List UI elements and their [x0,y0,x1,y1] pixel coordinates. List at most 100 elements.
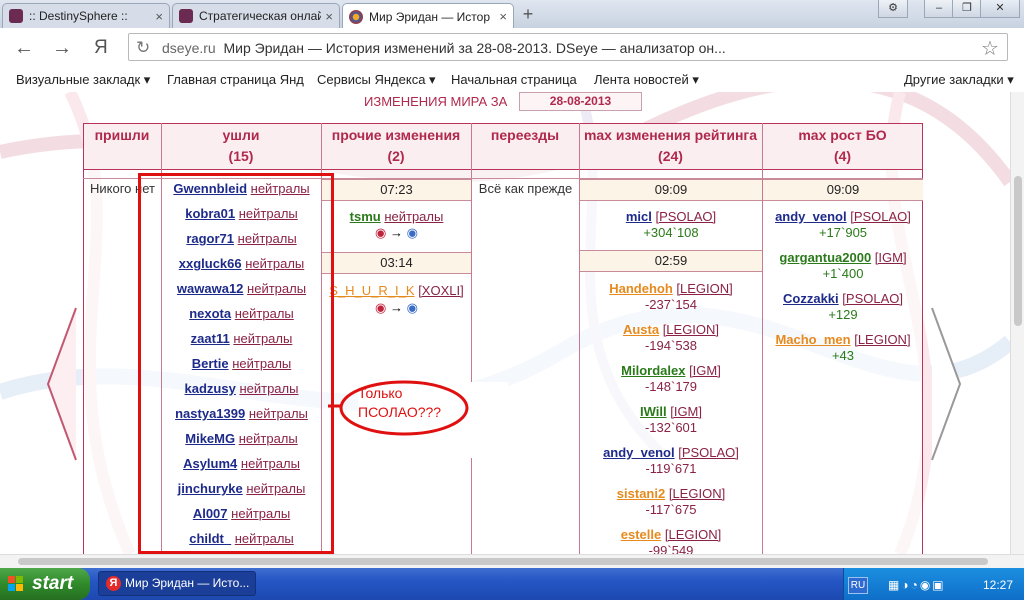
bo-delta: +17`905 [818,225,868,240]
date-field[interactable]: 28-08-2013 [519,92,642,111]
bookmark-yandex-home[interactable]: Главная страница Янд [167,72,304,87]
tab-title: :: DestinySphere :: [29,9,128,23]
start-label: start [32,573,74,594]
time-row: 02:59 [580,250,762,272]
clan-link[interactable]: [LEGION] [669,486,725,501]
language-indicator[interactable]: RU [848,577,868,594]
clan-link[interactable]: [PSOLAO] [655,209,716,224]
forward-button[interactable]: → [52,38,72,58]
annotation-text: Только ПСОЛАО??? [358,384,441,422]
player-link[interactable]: S_H_U_R_I_K [329,283,414,298]
list-item: andy_venol [PSOLAO] [763,209,923,224]
clan-link[interactable]: [LEGION] [676,281,732,296]
bookmark-star-icon[interactable]: ☆ [981,36,999,61]
tab-strategic[interactable]: Стратегическая онлай × [172,3,340,28]
rating-delta: +304`108 [643,225,699,240]
horizontal-scrollbar[interactable] [0,554,1024,568]
arrow-right-icon: → [390,300,403,315]
list-item: S_H_U_R_I_K [XOXLI] [322,283,471,298]
new-tab-button[interactable]: + [517,5,539,23]
rating-delta: -132`601 [644,420,698,435]
tray-icons[interactable]: ▦◑◔◉▣ [888,578,946,592]
prev-page-arrow-icon[interactable] [44,304,80,464]
clan-link[interactable]: [IGM] [875,250,907,265]
player-link[interactable]: estelle [621,527,661,542]
scroll-thumb[interactable] [1014,176,1022,326]
tab-destinysphere[interactable]: :: DestinySphere :: × [2,3,170,28]
tab-title: Стратегическая онлай [199,9,322,23]
bookmark-other[interactable]: Другие закладки ▾ [904,72,1014,88]
header-moves: переезды [471,125,579,146]
url-domain: dseye.ru [162,40,216,56]
player-link[interactable]: Austa [623,322,659,337]
header-arrived: пришли [83,125,161,146]
vertical-scrollbar[interactable] [1010,92,1024,554]
clan-link[interactable]: [IGM] [670,404,702,419]
player-link[interactable]: IWill [640,404,667,419]
player-link[interactable]: Handehoh [609,281,673,296]
time-row: 09:09 [580,179,762,201]
rating-delta: -99`549 [648,543,694,554]
dseye-favicon-icon [349,9,363,24]
list-item: Cozzakki [PSOLAO] [763,291,923,306]
side-link[interactable]: нейтралы [384,209,443,224]
settings-icon[interactable]: ⚙ [878,0,908,18]
clan-link[interactable]: [PSOLAO] [842,291,903,306]
time-row: 03:14 [322,252,471,274]
header-count: (15) [228,148,254,164]
next-page-arrow-icon[interactable] [928,304,964,464]
list-item: Macho_men [LEGION] [763,332,923,347]
clan-link[interactable]: [IGM] [689,363,721,378]
list-item: gargantua2000 [IGM] [763,250,923,265]
header-other-changes: прочие изменения (2) [321,125,471,167]
player-link[interactable]: andy_venol [775,209,847,224]
back-button[interactable]: ← [14,38,34,58]
clan-link[interactable]: [LEGION] [663,322,719,337]
player-link[interactable]: Macho_men [775,332,850,347]
bookmark-yandex-services[interactable]: Сервисы Яндекса ▾ [317,72,436,88]
rating-delta: -119`671 [645,461,697,476]
player-link[interactable]: Milordalex [621,363,685,378]
list-item: estelle [LEGION] [580,527,762,542]
clan-link[interactable]: [PSOLAO] [850,209,911,224]
taskbar-item-browser[interactable]: Мир Эридан — Исто... [98,571,256,596]
tab-eridan[interactable]: Мир Эридан — Истор × [342,3,514,29]
player-link[interactable]: andy_venol [603,445,675,460]
scroll-thumb[interactable] [18,558,988,565]
site-favicon-icon [9,9,23,23]
list-item: tsmu нейтралы [322,209,471,224]
header-title: max рост БО [798,127,887,143]
player-link[interactable]: micl [626,209,652,224]
player-link[interactable]: gargantua2000 [779,250,871,265]
clan-link[interactable]: [XOXLI] [418,283,464,298]
player-link[interactable]: sistani2 [617,486,665,501]
list-item: Milordalex [IGM] [580,363,762,378]
player-link[interactable]: Cozzakki [783,291,839,306]
tab-title: Мир Эридан — Истор [369,9,491,24]
side-change: ◉ → ◉ [375,225,418,240]
list-item: micl [PSOLAO] [580,209,762,224]
rating-delta: -148`179 [644,379,698,394]
maximize-button[interactable]: ❐ [952,0,982,18]
player-link[interactable]: tsmu [350,209,381,224]
header-left: ушли (15) [161,125,321,167]
clan-link[interactable]: [PSOLAO] [678,445,739,460]
tab-close-icon[interactable]: × [325,9,333,24]
bookmark-start-page[interactable]: Начальная страница [451,72,577,87]
tab-close-icon[interactable]: × [499,9,507,24]
url-text[interactable]: dseye.ru Мир Эридан — История изменений … [162,40,726,56]
bookmark-visual[interactable]: Визуальные закладк ▾ [16,72,150,88]
clan-link[interactable]: [LEGION] [665,527,721,542]
url-page-title: Мир Эридан — История изменений за 28-08-… [223,40,726,56]
arrow-right-icon: → [390,225,403,240]
minimize-button[interactable]: – [924,0,954,18]
header-bo: max рост БО (4) [762,125,923,167]
annotation-line: ПСОЛАО??? [358,404,442,420]
time-row: 09:09 [763,179,923,201]
yandex-button[interactable]: Я [94,38,108,58]
close-window-button[interactable]: ✕ [980,0,1020,18]
clan-link[interactable]: [LEGION] [854,332,910,347]
bookmark-news-feed[interactable]: Лента новостей ▾ [594,72,699,88]
tab-close-icon[interactable]: × [155,9,163,24]
reload-icon[interactable]: ↻ [136,38,150,58]
